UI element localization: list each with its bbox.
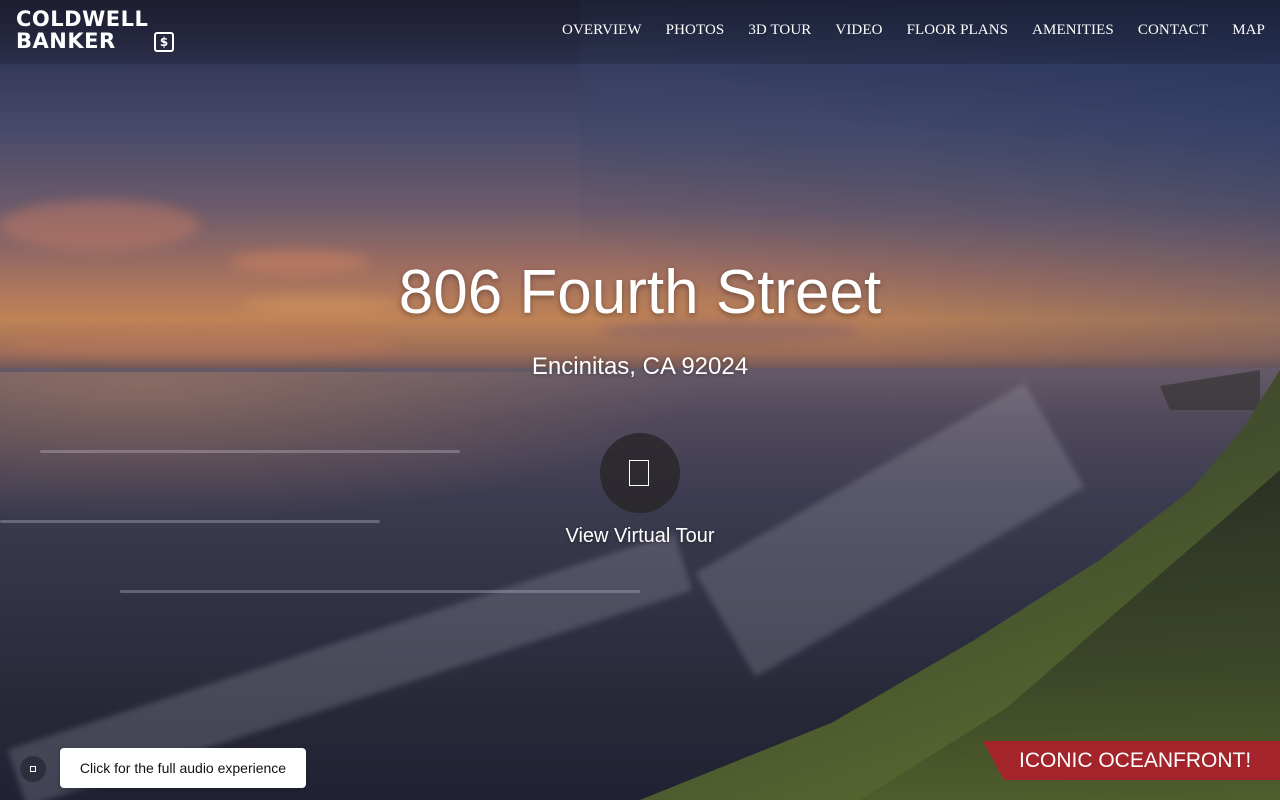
site-header: COLDWELL BANKER $ OVERVIEW PHOTOS 3D TOU…	[0, 0, 1280, 64]
page: COLDWELL BANKER $ OVERVIEW PHOTOS 3D TOU…	[0, 0, 1280, 800]
nav-map[interactable]: MAP	[1208, 20, 1265, 40]
tablet-icon	[629, 460, 649, 486]
virtual-tour-button[interactable]	[600, 433, 680, 513]
hero-background-image	[0, 0, 1280, 800]
logo-badge-icon: $	[154, 32, 174, 52]
audio-toggle-button[interactable]	[20, 756, 46, 782]
nav-video[interactable]: VIDEO	[811, 20, 882, 40]
nav-amenities[interactable]: AMENITIES	[1008, 20, 1114, 40]
nav-floor-plans[interactable]: FLOOR PLANS	[883, 20, 1009, 40]
nav-3d-tour[interactable]: 3D TOUR	[724, 20, 811, 40]
promo-banner-text: ICONIC OCEANFRONT!	[1019, 749, 1252, 772]
audio-prompt-button[interactable]: Click for the full audio experience	[60, 748, 306, 788]
coldwell-banker-logo[interactable]: COLDWELL BANKER $	[14, 8, 180, 56]
logo-line-1: COLDWELL	[16, 7, 149, 31]
main-nav: OVERVIEW PHOTOS 3D TOUR VIDEO FLOOR PLAN…	[538, 20, 1265, 40]
nav-overview[interactable]: OVERVIEW	[538, 20, 642, 40]
virtual-tour-label[interactable]: View Virtual Tour	[0, 523, 1280, 549]
hero-overlay	[0, 0, 1280, 800]
logo-line-2: BANKER	[16, 29, 116, 53]
speaker-icon	[30, 766, 36, 772]
nav-photos[interactable]: PHOTOS	[642, 20, 725, 40]
nav-contact[interactable]: CONTACT	[1114, 20, 1208, 40]
property-address: 806 Fourth Street	[398, 258, 882, 327]
property-city: Encinitas, CA 92024	[531, 353, 749, 380]
